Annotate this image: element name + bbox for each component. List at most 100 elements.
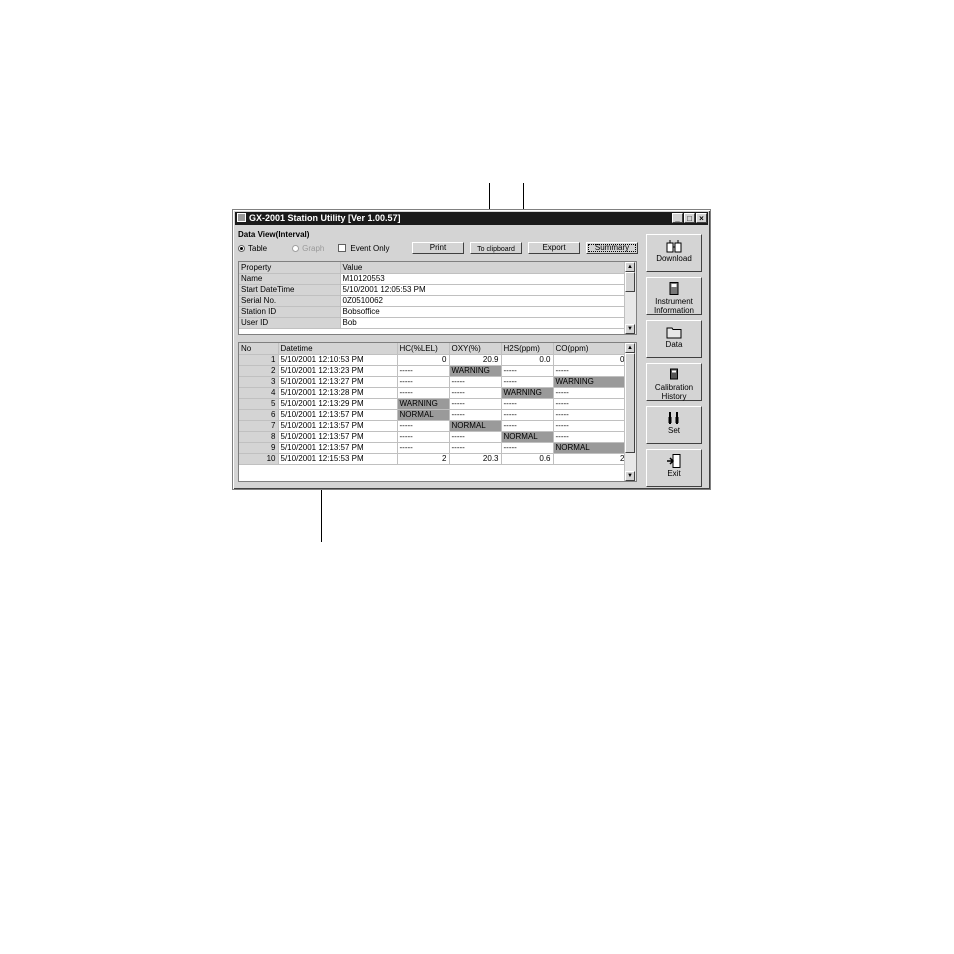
h2s-cell: ----- <box>501 409 554 421</box>
value-cell: Bobsoffice <box>340 306 628 318</box>
hc-cell: NORMAL <box>397 409 450 421</box>
data-button[interactable]: Data <box>646 320 702 358</box>
column-header-property[interactable]: Property <box>239 262 341 274</box>
data-header-row: No Datetime HC(%LEL) OXY(%) H2S(ppm) CO(… <box>239 343 628 355</box>
table-radio[interactable] <box>238 244 245 252</box>
download-label: Download <box>656 254 692 263</box>
property-row[interactable]: Start DateTime 5/10/2001 12:05:53 PM <box>239 284 628 296</box>
row-number: 10 <box>239 453 279 465</box>
h2s-cell: 0.6 <box>501 453 554 465</box>
table-row[interactable]: 8 5/10/2001 12:13:57 PM ----- ----- NORM… <box>239 431 628 443</box>
tools-icon <box>668 412 679 424</box>
h2s-cell: WARNING <box>501 387 554 399</box>
column-header-oxy[interactable]: OXY(%) <box>449 343 502 355</box>
table-row[interactable]: 6 5/10/2001 12:13:57 PM NORMAL ----- ---… <box>239 409 628 421</box>
close-button[interactable]: × <box>696 213 707 223</box>
exit-label: Exit <box>667 469 681 478</box>
oxy-cell: ----- <box>449 431 502 443</box>
table-row[interactable]: 2 5/10/2001 12:13:23 PM ----- WARNING --… <box>239 365 628 377</box>
print-button[interactable]: Print <box>412 242 464 254</box>
oxy-cell: ----- <box>449 442 502 454</box>
scroll-thumb[interactable] <box>625 353 635 453</box>
column-header-h2s[interactable]: H2S(ppm) <box>501 343 554 355</box>
datetime-cell: 5/10/2001 12:13:27 PM <box>278 376 398 388</box>
column-header-hc[interactable]: HC(%LEL) <box>397 343 450 355</box>
graph-radio[interactable] <box>292 244 300 252</box>
datetime-cell: 5/10/2001 12:15:53 PM <box>278 453 398 465</box>
datetime-cell: 5/10/2001 12:13:57 PM <box>278 431 398 443</box>
property-row[interactable]: Name M10120553 <box>239 273 628 285</box>
scroll-up-arrow-icon[interactable]: ▲ <box>625 262 635 272</box>
exit-button[interactable]: Exit <box>646 449 702 487</box>
to-clipboard-label: To clipboard <box>477 246 515 253</box>
table-row[interactable]: 3 5/10/2001 12:13:27 PM ----- ----- ----… <box>239 376 628 388</box>
to-clipboard-button[interactable]: To clipboard <box>470 242 522 254</box>
column-header-datetime[interactable]: Datetime <box>278 343 398 355</box>
station-utility-window: GX-2001 Station Utility [Ver 1.00.57] _ … <box>232 209 711 490</box>
property-cell: User ID <box>239 317 341 329</box>
row-number: 3 <box>239 376 279 388</box>
calibration-history-button[interactable]: Calibration History <box>646 363 702 401</box>
row-number: 8 <box>239 431 279 443</box>
column-header-no[interactable]: No <box>239 343 279 355</box>
set-button[interactable]: Set <box>646 406 702 444</box>
summary-button[interactable]: Summary <box>586 242 638 254</box>
hc-cell: ----- <box>397 442 450 454</box>
datetime-cell: 5/10/2001 12:10:53 PM <box>278 354 398 366</box>
table-row[interactable]: 5 5/10/2001 12:13:29 PM WARNING ----- --… <box>239 398 628 410</box>
hc-cell: ----- <box>397 431 450 443</box>
download-button[interactable]: Download <box>646 234 702 272</box>
scroll-down-arrow-icon[interactable]: ▼ <box>625 324 635 334</box>
instrument-information-label: Instrument Information <box>653 297 695 315</box>
table-row[interactable]: 4 5/10/2001 12:13:28 PM ----- ----- WARN… <box>239 387 628 399</box>
h2s-cell: 0.0 <box>501 354 554 366</box>
property-cell: Start DateTime <box>239 284 341 296</box>
event-only-checkbox[interactable] <box>338 244 347 252</box>
datetime-cell: 5/10/2001 12:13:29 PM <box>278 398 398 410</box>
scroll-up-arrow-icon[interactable]: ▲ <box>625 343 635 353</box>
exit-door-icon <box>667 454 681 468</box>
value-cell: 0Z0510062 <box>340 295 628 307</box>
data-grid-scrollbar[interactable]: ▲ ▼ <box>624 343 636 481</box>
maximize-button[interactable]: □ <box>684 213 695 223</box>
property-cell: Name <box>239 273 341 285</box>
value-cell: Bob <box>340 317 628 329</box>
table-row[interactable]: 9 5/10/2001 12:13:57 PM ----- ----- ----… <box>239 442 628 454</box>
datetime-cell: 5/10/2001 12:13:57 PM <box>278 409 398 421</box>
scroll-down-arrow-icon[interactable]: ▼ <box>625 471 635 481</box>
property-row[interactable]: Station ID Bobsoffice <box>239 306 628 318</box>
h2s-cell: ----- <box>501 398 554 410</box>
row-number: 5 <box>239 398 279 410</box>
oxy-cell: 20.3 <box>449 453 502 465</box>
table-row[interactable]: 1 5/10/2001 12:10:53 PM 0 20.9 0.0 0 <box>239 354 628 366</box>
h2s-cell: ----- <box>501 365 554 377</box>
instrument-information-button[interactable]: Instrument Information <box>646 277 702 315</box>
co-cell: ----- <box>553 398 628 410</box>
title-bar: GX-2001 Station Utility [Ver 1.00.57] _ … <box>235 212 708 225</box>
column-header-co[interactable]: CO(ppm) <box>553 343 628 355</box>
export-button[interactable]: Export <box>528 242 580 254</box>
datetime-cell: 5/10/2001 12:13:23 PM <box>278 365 398 377</box>
co-cell: NORMAL <box>553 442 628 454</box>
h2s-cell: ----- <box>501 442 554 454</box>
row-number: 6 <box>239 409 279 421</box>
hc-cell: ----- <box>397 420 450 432</box>
property-row[interactable]: User ID Bob <box>239 317 628 329</box>
table-row[interactable]: 10 5/10/2001 12:15:53 PM 2 20.3 0.6 2 <box>239 453 628 465</box>
co-cell: 0 <box>553 354 628 366</box>
hc-cell: 0 <box>397 354 450 366</box>
oxy-cell: WARNING <box>449 365 502 377</box>
calibration-history-label: Calibration History <box>654 383 694 401</box>
data-grid: No Datetime HC(%LEL) OXY(%) H2S(ppm) CO(… <box>238 342 637 482</box>
minimize-button[interactable]: _ <box>672 213 683 223</box>
h2s-cell: NORMAL <box>501 431 554 443</box>
oxy-cell: NORMAL <box>449 420 502 432</box>
table-row[interactable]: 7 5/10/2001 12:13:57 PM ----- NORMAL ---… <box>239 420 628 432</box>
download-icon <box>666 240 682 253</box>
property-cell: Serial No. <box>239 295 341 307</box>
property-row[interactable]: Serial No. 0Z0510062 <box>239 295 628 307</box>
scroll-thumb[interactable] <box>625 272 635 292</box>
property-grid-scrollbar[interactable]: ▲ ▼ <box>624 262 636 334</box>
column-header-value[interactable]: Value <box>340 262 628 274</box>
property-cell: Station ID <box>239 306 341 318</box>
